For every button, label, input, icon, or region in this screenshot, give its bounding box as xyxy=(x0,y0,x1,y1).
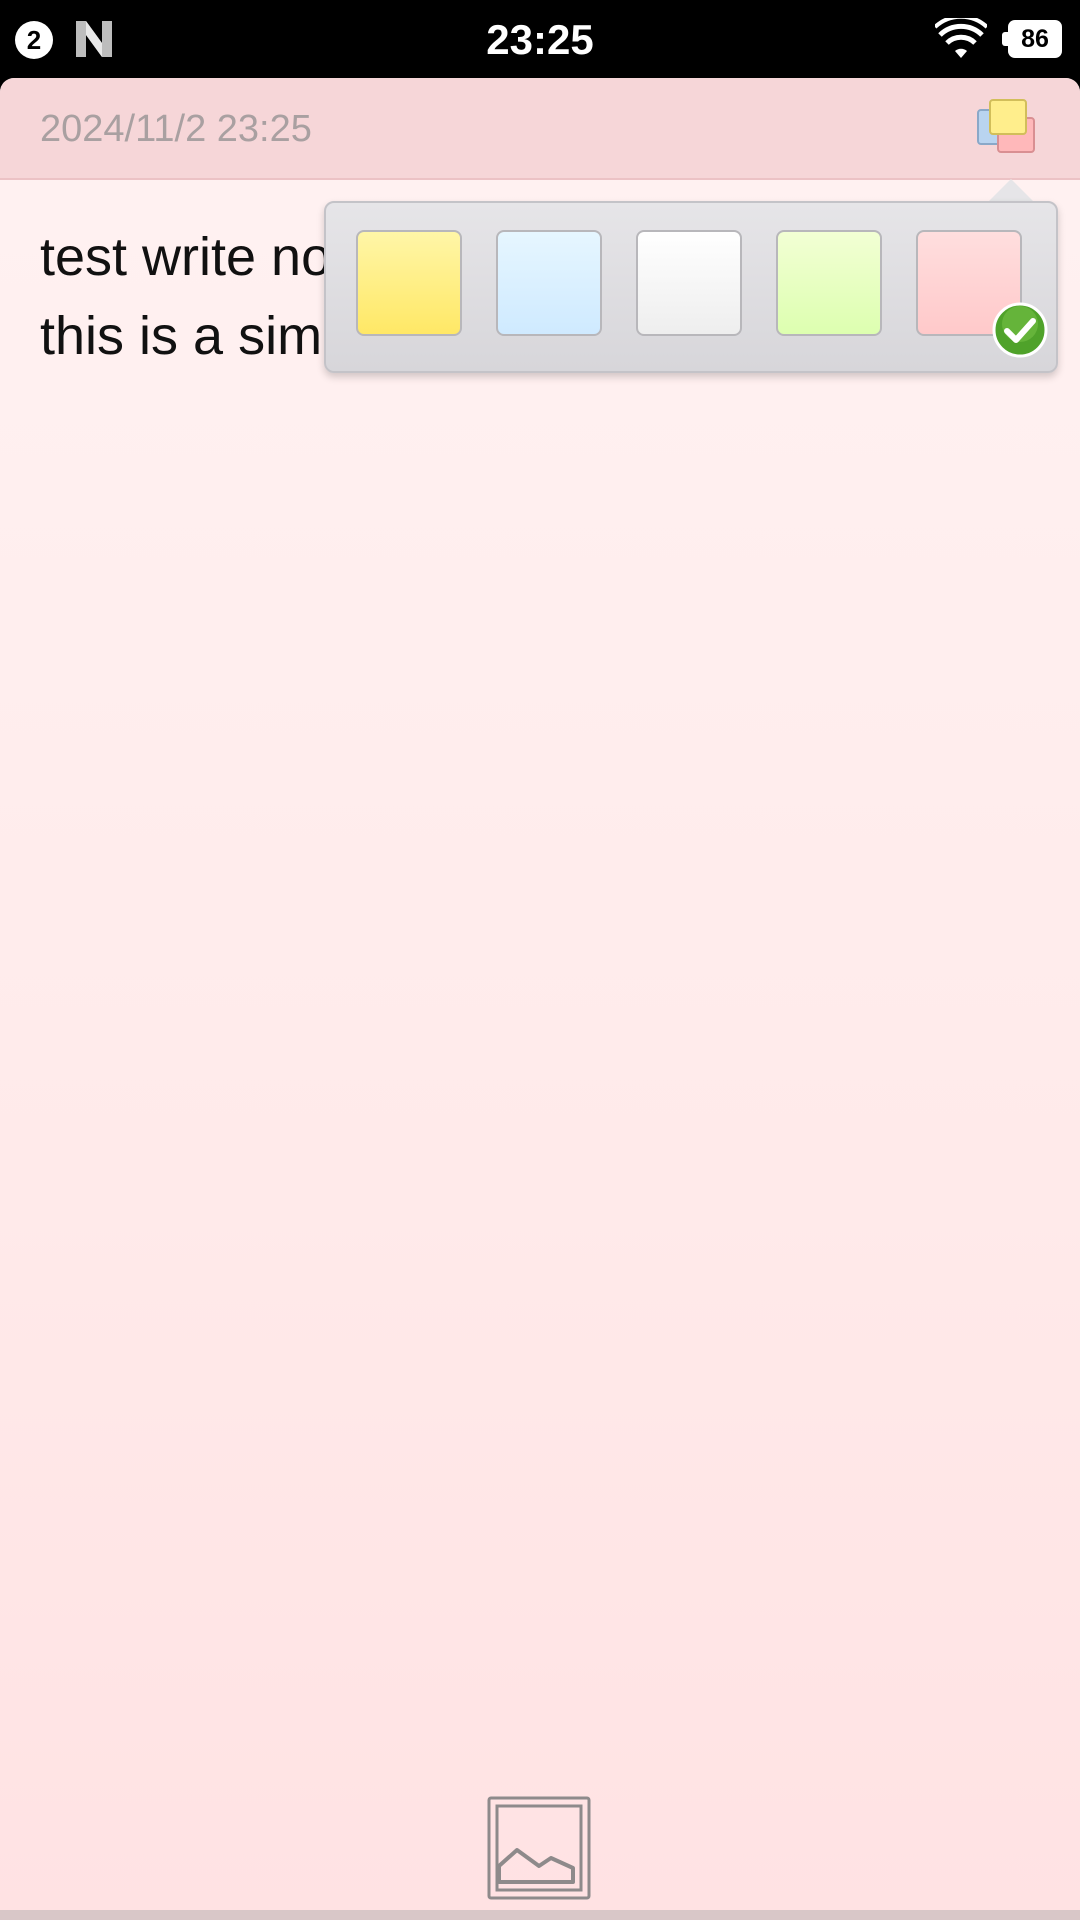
battery-level: 86 xyxy=(1008,20,1062,58)
swatch-green[interactable] xyxy=(776,230,882,336)
swatch-white[interactable] xyxy=(636,230,742,336)
image-icon[interactable] xyxy=(487,1796,591,1900)
swatch-yellow[interactable] xyxy=(356,230,462,336)
note-window: 2024/11/2 23:25 test write note this is … xyxy=(0,78,1080,1920)
note-date: 2024/11/2 23:25 xyxy=(40,108,312,150)
wifi-icon xyxy=(935,18,987,58)
color-switch-button[interactable] xyxy=(976,98,1040,154)
note-header: 2024/11/2 23:25 xyxy=(0,78,1080,180)
battery-icon: 86 xyxy=(1002,20,1062,58)
color-popover-arrow xyxy=(987,179,1035,203)
status-bar: 2 23:25 86 xyxy=(0,0,1080,78)
check-icon xyxy=(992,302,1048,358)
bottom-edge xyxy=(0,1910,1080,1920)
status-clock: 23:25 xyxy=(486,16,594,63)
swatch-blue[interactable] xyxy=(496,230,602,336)
color-picker-popover xyxy=(324,201,1058,373)
